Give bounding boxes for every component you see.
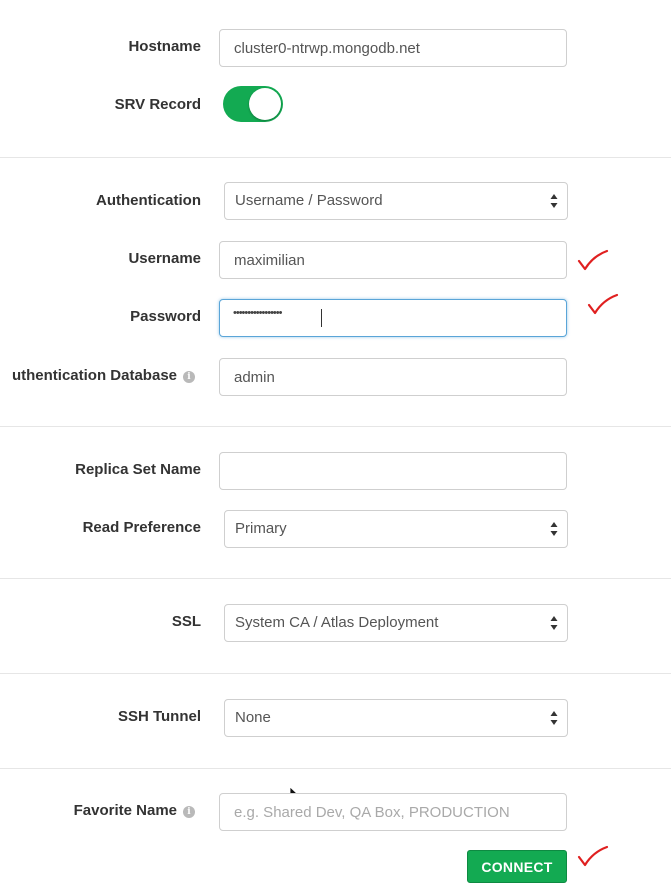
section-divider bbox=[0, 157, 671, 158]
read-preference-selected: Primary bbox=[235, 520, 287, 537]
auth-database-label: uthentication Database i bbox=[12, 367, 195, 384]
red-checkmark-icon bbox=[577, 845, 609, 867]
section-divider bbox=[0, 673, 671, 674]
authentication-label: Authentication bbox=[96, 192, 201, 209]
connect-button[interactable]: CONNECT bbox=[467, 850, 567, 883]
select-arrows-icon bbox=[550, 616, 558, 630]
ssh-tunnel-label: SSH Tunnel bbox=[117, 708, 201, 725]
auth-database-input[interactable] bbox=[219, 358, 567, 396]
ssl-selected: System CA / Atlas Deployment bbox=[235, 614, 439, 631]
username-label: Username bbox=[128, 250, 201, 267]
toggle-knob bbox=[249, 88, 281, 120]
select-arrows-icon bbox=[550, 711, 558, 725]
password-label: Password bbox=[130, 308, 201, 325]
ssh-tunnel-selected: None bbox=[235, 709, 271, 726]
srv-record-label: SRV Record bbox=[114, 96, 201, 113]
read-preference-label: Read Preference bbox=[82, 519, 201, 536]
red-checkmark-icon bbox=[587, 293, 619, 315]
ssh-tunnel-select[interactable]: None bbox=[224, 699, 568, 737]
replica-set-label: Replica Set Name bbox=[75, 461, 201, 478]
favorite-name-label: Favorite Name i bbox=[74, 802, 195, 819]
red-checkmark-icon bbox=[577, 249, 609, 271]
info-icon: i bbox=[183, 806, 195, 818]
favorite-name-label-text: Favorite Name bbox=[73, 802, 177, 819]
authentication-select[interactable]: Username / Password bbox=[224, 182, 568, 220]
ssl-label: SSL bbox=[171, 613, 201, 630]
auth-database-label-text: uthentication Database bbox=[11, 367, 177, 384]
section-divider bbox=[0, 426, 671, 427]
hostname-input[interactable] bbox=[219, 29, 567, 67]
authentication-selected: Username / Password bbox=[235, 192, 383, 209]
hostname-label: Hostname bbox=[128, 38, 201, 55]
ssl-select[interactable]: System CA / Atlas Deployment bbox=[224, 604, 568, 642]
text-caret bbox=[321, 309, 322, 327]
section-divider bbox=[0, 578, 671, 579]
username-input[interactable] bbox=[219, 241, 567, 279]
favorite-name-input[interactable] bbox=[219, 793, 567, 831]
srv-record-toggle[interactable] bbox=[223, 86, 283, 122]
section-divider bbox=[0, 768, 671, 769]
read-preference-select[interactable]: Primary bbox=[224, 510, 568, 548]
replica-set-input[interactable] bbox=[219, 452, 567, 490]
connection-form: Hostname SRV Record Authentication Usern… bbox=[0, 0, 671, 889]
select-arrows-icon bbox=[550, 194, 558, 208]
password-input[interactable] bbox=[219, 299, 567, 337]
select-arrows-icon bbox=[550, 522, 558, 536]
info-icon: i bbox=[183, 371, 195, 383]
